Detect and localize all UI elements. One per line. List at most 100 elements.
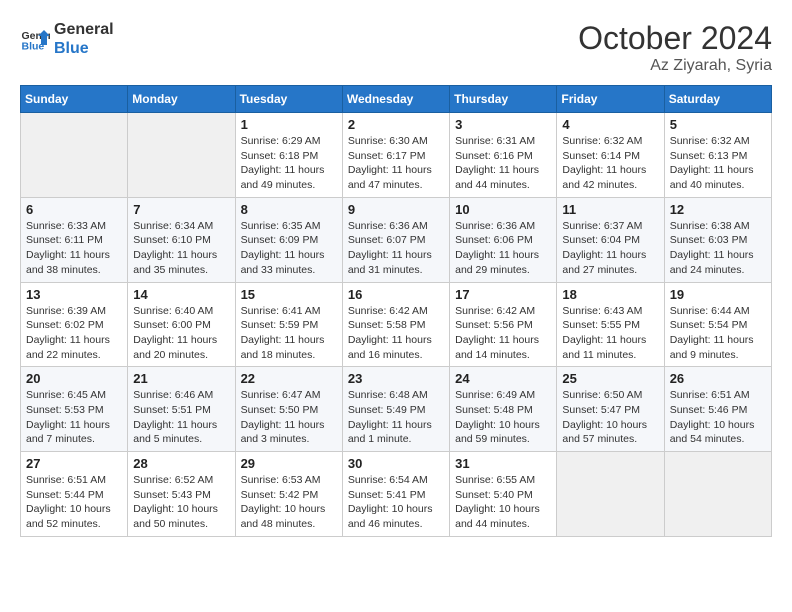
day-number: 3 xyxy=(455,117,551,132)
day-number: 7 xyxy=(133,202,229,217)
day-info: Sunrise: 6:30 AM Sunset: 6:17 PM Dayligh… xyxy=(348,134,444,193)
day-info: Sunrise: 6:38 AM Sunset: 6:03 PM Dayligh… xyxy=(670,219,766,278)
day-number: 15 xyxy=(241,287,337,302)
day-info: Sunrise: 6:41 AM Sunset: 5:59 PM Dayligh… xyxy=(241,304,337,363)
calendar-cell: 24 Sunrise: 6:49 AM Sunset: 5:48 PM Dayli… xyxy=(450,367,557,452)
day-info: Sunrise: 6:29 AM Sunset: 6:18 PM Dayligh… xyxy=(241,134,337,193)
calendar-cell: 9 Sunrise: 6:36 AM Sunset: 6:07 PM Daylig… xyxy=(342,197,449,282)
calendar-week-row: 1Sunrise: 6:29 AM Sunset: 6:18 PM Daylig… xyxy=(21,113,772,198)
calendar-cell: 2Sunrise: 6:30 AM Sunset: 6:17 PM Daylig… xyxy=(342,113,449,198)
day-number: 22 xyxy=(241,371,337,386)
day-info: Sunrise: 6:53 AM Sunset: 5:42 PM Dayligh… xyxy=(241,473,337,532)
day-info: Sunrise: 6:39 AM Sunset: 6:02 PM Dayligh… xyxy=(26,304,122,363)
calendar-cell: 20 Sunrise: 6:45 AM Sunset: 5:53 PM Dayli… xyxy=(21,367,128,452)
calendar-cell xyxy=(128,113,235,198)
day-info: Sunrise: 6:43 AM Sunset: 5:55 PM Dayligh… xyxy=(562,304,658,363)
calendar-cell: 8 Sunrise: 6:35 AM Sunset: 6:09 PM Daylig… xyxy=(235,197,342,282)
calendar-week-row: 13Sunrise: 6:39 AM Sunset: 6:02 PM Dayli… xyxy=(21,282,772,367)
day-number: 16 xyxy=(348,287,444,302)
day-number: 17 xyxy=(455,287,551,302)
day-info: Sunrise: 6:47 AM Sunset: 5:50 PM Dayligh… xyxy=(241,388,337,447)
calendar-cell: 3Sunrise: 6:31 AM Sunset: 6:16 PM Daylig… xyxy=(450,113,557,198)
calendar-week-row: 20 Sunrise: 6:45 AM Sunset: 5:53 PM Dayli… xyxy=(21,367,772,452)
weekday-header: Tuesday xyxy=(235,86,342,113)
day-info: Sunrise: 6:32 AM Sunset: 6:14 PM Dayligh… xyxy=(562,134,658,193)
day-number: 5 xyxy=(670,117,766,132)
day-number: 23 xyxy=(348,371,444,386)
day-info: Sunrise: 6:32 AM Sunset: 6:13 PM Dayligh… xyxy=(670,134,766,193)
day-number: 9 xyxy=(348,202,444,217)
day-number: 30 xyxy=(348,456,444,471)
calendar-cell: 18Sunrise: 6:43 AM Sunset: 5:55 PM Dayli… xyxy=(557,282,664,367)
day-info: Sunrise: 6:33 AM Sunset: 6:11 PM Dayligh… xyxy=(26,219,122,278)
day-info: Sunrise: 6:37 AM Sunset: 6:04 PM Dayligh… xyxy=(562,219,658,278)
day-info: Sunrise: 6:36 AM Sunset: 6:07 PM Dayligh… xyxy=(348,219,444,278)
day-number: 6 xyxy=(26,202,122,217)
day-info: Sunrise: 6:50 AM Sunset: 5:47 PM Dayligh… xyxy=(562,388,658,447)
calendar-cell: 21 Sunrise: 6:46 AM Sunset: 5:51 PM Dayli… xyxy=(128,367,235,452)
day-number: 26 xyxy=(670,371,766,386)
day-info: Sunrise: 6:45 AM Sunset: 5:53 PM Dayligh… xyxy=(26,388,122,447)
day-number: 25 xyxy=(562,371,658,386)
calendar-cell: 12 Sunrise: 6:38 AM Sunset: 6:03 PM Dayli… xyxy=(664,197,771,282)
weekday-header: Saturday xyxy=(664,86,771,113)
day-info: Sunrise: 6:42 AM Sunset: 5:56 PM Dayligh… xyxy=(455,304,551,363)
calendar-cell: 1Sunrise: 6:29 AM Sunset: 6:18 PM Daylig… xyxy=(235,113,342,198)
calendar-cell: 25 Sunrise: 6:50 AM Sunset: 5:47 PM Dayli… xyxy=(557,367,664,452)
calendar-cell: 7 Sunrise: 6:34 AM Sunset: 6:10 PM Daylig… xyxy=(128,197,235,282)
day-number: 14 xyxy=(133,287,229,302)
calendar-cell: 17 Sunrise: 6:42 AM Sunset: 5:56 PM Dayli… xyxy=(450,282,557,367)
day-number: 28 xyxy=(133,456,229,471)
calendar-cell xyxy=(664,452,771,537)
day-info: Sunrise: 6:40 AM Sunset: 6:00 PM Dayligh… xyxy=(133,304,229,363)
weekday-header: Sunday xyxy=(21,86,128,113)
day-number: 20 xyxy=(26,371,122,386)
calendar-cell: 14 Sunrise: 6:40 AM Sunset: 6:00 PM Dayli… xyxy=(128,282,235,367)
day-number: 10 xyxy=(455,202,551,217)
day-info: Sunrise: 6:46 AM Sunset: 5:51 PM Dayligh… xyxy=(133,388,229,447)
calendar-cell: 13Sunrise: 6:39 AM Sunset: 6:02 PM Dayli… xyxy=(21,282,128,367)
weekday-header: Wednesday xyxy=(342,86,449,113)
calendar-cell: 29 Sunrise: 6:53 AM Sunset: 5:42 PM Dayli… xyxy=(235,452,342,537)
calendar-header-row: SundayMondayTuesdayWednesdayThursdayFrid… xyxy=(21,86,772,113)
day-number: 27 xyxy=(26,456,122,471)
day-info: Sunrise: 6:52 AM Sunset: 5:43 PM Dayligh… xyxy=(133,473,229,532)
calendar-cell: 19 Sunrise: 6:44 AM Sunset: 5:54 PM Dayli… xyxy=(664,282,771,367)
calendar-cell: 10Sunrise: 6:36 AM Sunset: 6:06 PM Dayli… xyxy=(450,197,557,282)
day-info: Sunrise: 6:49 AM Sunset: 5:48 PM Dayligh… xyxy=(455,388,551,447)
day-info: Sunrise: 6:54 AM Sunset: 5:41 PM Dayligh… xyxy=(348,473,444,532)
calendar-cell: 31Sunrise: 6:55 AM Sunset: 5:40 PM Dayli… xyxy=(450,452,557,537)
day-number: 21 xyxy=(133,371,229,386)
day-number: 8 xyxy=(241,202,337,217)
calendar-cell xyxy=(21,113,128,198)
calendar-cell: 30 Sunrise: 6:54 AM Sunset: 5:41 PM Dayli… xyxy=(342,452,449,537)
calendar-cell xyxy=(557,452,664,537)
page-header: General Blue General Blue October 2024 A… xyxy=(20,20,772,75)
logo-icon: General Blue xyxy=(20,24,50,54)
calendar-cell: 16 Sunrise: 6:42 AM Sunset: 5:58 PM Dayli… xyxy=(342,282,449,367)
day-number: 19 xyxy=(670,287,766,302)
day-info: Sunrise: 6:51 AM Sunset: 5:46 PM Dayligh… xyxy=(670,388,766,447)
day-info: Sunrise: 6:44 AM Sunset: 5:54 PM Dayligh… xyxy=(670,304,766,363)
weekday-header: Thursday xyxy=(450,86,557,113)
calendar-cell: 28 Sunrise: 6:52 AM Sunset: 5:43 PM Dayli… xyxy=(128,452,235,537)
logo-text-general: General xyxy=(54,20,114,39)
day-info: Sunrise: 6:48 AM Sunset: 5:49 PM Dayligh… xyxy=(348,388,444,447)
day-info: Sunrise: 6:35 AM Sunset: 6:09 PM Dayligh… xyxy=(241,219,337,278)
day-info: Sunrise: 6:34 AM Sunset: 6:10 PM Dayligh… xyxy=(133,219,229,278)
calendar-cell: 4 Sunrise: 6:32 AM Sunset: 6:14 PM Daylig… xyxy=(557,113,664,198)
day-number: 29 xyxy=(241,456,337,471)
logo-text-blue: Blue xyxy=(54,39,114,58)
day-number: 24 xyxy=(455,371,551,386)
day-number: 4 xyxy=(562,117,658,132)
calendar-cell: 22 Sunrise: 6:47 AM Sunset: 5:50 PM Dayli… xyxy=(235,367,342,452)
month-title: October 2024 xyxy=(578,20,772,57)
day-number: 12 xyxy=(670,202,766,217)
calendar-cell: 27Sunrise: 6:51 AM Sunset: 5:44 PM Dayli… xyxy=(21,452,128,537)
day-info: Sunrise: 6:42 AM Sunset: 5:58 PM Dayligh… xyxy=(348,304,444,363)
calendar-cell: 23 Sunrise: 6:48 AM Sunset: 5:49 PM Dayli… xyxy=(342,367,449,452)
calendar-table: SundayMondayTuesdayWednesdayThursdayFrid… xyxy=(20,85,772,537)
calendar-cell: 26 Sunrise: 6:51 AM Sunset: 5:46 PM Dayli… xyxy=(664,367,771,452)
logo: General Blue General Blue xyxy=(20,20,114,58)
day-number: 31 xyxy=(455,456,551,471)
